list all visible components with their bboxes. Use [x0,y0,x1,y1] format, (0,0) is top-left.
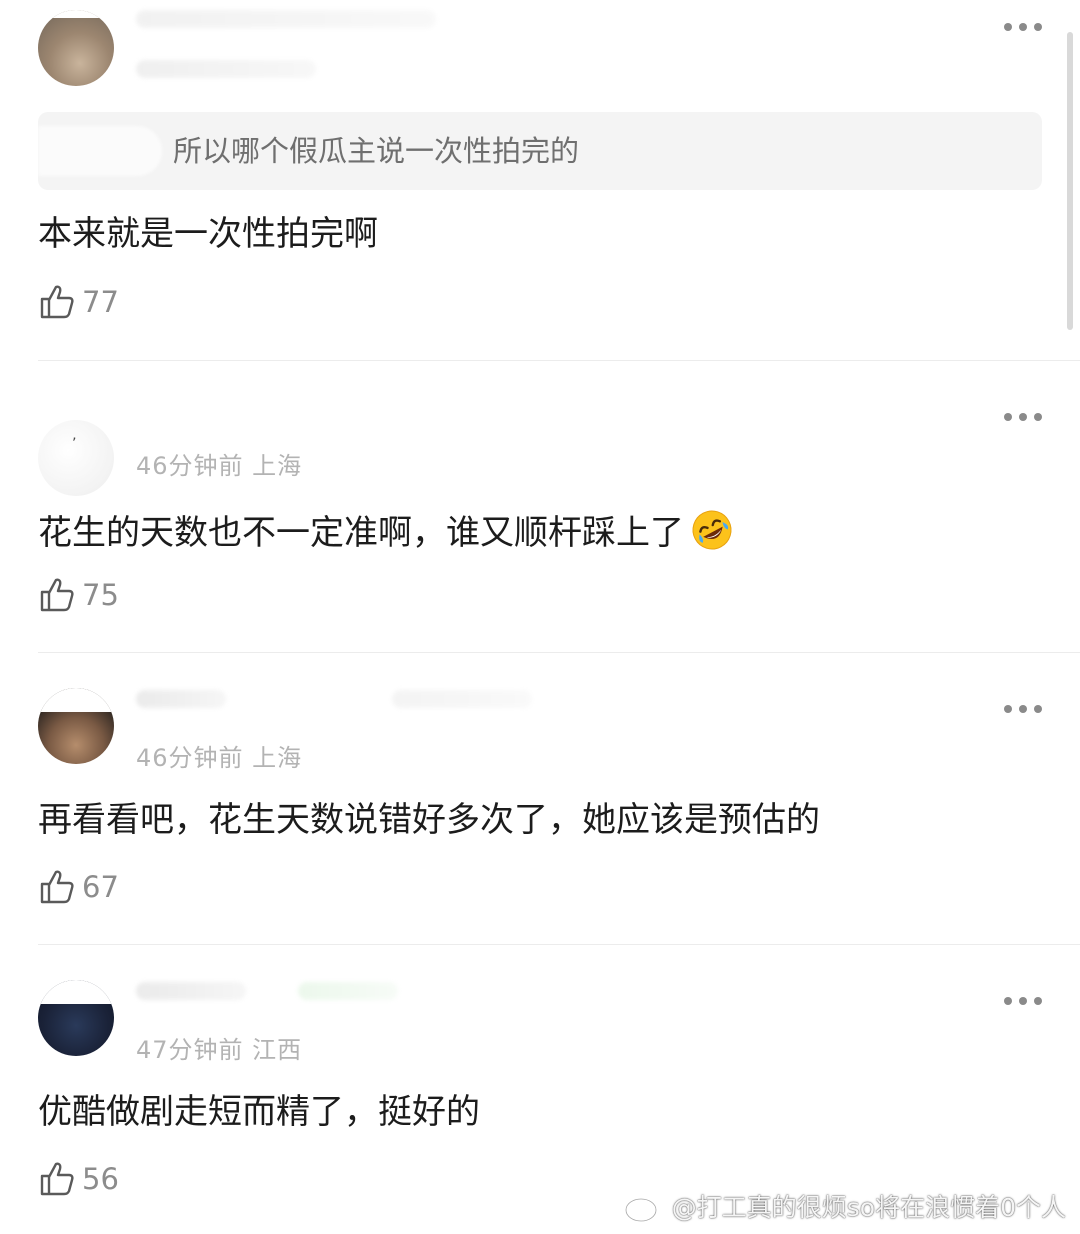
thumbs-up-icon [38,1160,76,1198]
comment-text-body: 花生的天数也不一定准啊，谁又顺杆踩上了 [38,513,684,553]
comment-text: 花生的天数也不一定准啊，谁又顺杆踩上了 [38,508,734,553]
comment-text: 再看看吧，花生天数说错好多次了，她应该是预估的 [38,800,820,840]
watermark: @打工真的很烦so将在浪惯着0个人 [624,1188,1066,1224]
more-dot-icon [1034,997,1042,1005]
more-dot-icon [1019,997,1027,1005]
more-dot-icon [1034,23,1042,31]
avatar[interactable] [38,980,114,1056]
comment-meta: 46分钟前 上海 [136,452,303,480]
username-blurred [298,982,398,1000]
divider [38,360,1080,361]
more-options-button[interactable] [1004,996,1042,1006]
username-blurred[interactable] [136,10,436,28]
avatar[interactable]: ’ [38,420,114,496]
comment-item: 所以哪个假瓜主说一次性拍完的 本来就是一次性拍完啊 77 [0,0,1080,360]
comment-meta: 47分钟前 江西 [136,1036,303,1064]
comment-text: 本来就是一次性拍完啊 [38,214,378,254]
more-dot-icon [1004,23,1012,31]
like-count: 75 [82,578,119,612]
thumbs-up-icon [38,868,76,906]
thumbs-up-icon [38,576,76,614]
divider [38,652,1080,653]
like-button[interactable]: 77 [38,282,119,322]
more-options-button[interactable] [1004,704,1042,714]
more-dot-icon [1019,413,1027,421]
quoted-username-blurred [38,126,162,176]
more-options-button[interactable] [1004,412,1042,422]
thumbs-up-icon [38,283,76,321]
rolling-on-floor-laughing-emoji [692,510,732,550]
avatar[interactable] [38,688,114,764]
comment-item: ’ 46分钟前 上海 花生的天数也不一定准啊，谁又顺杆踩上了 75 [0,362,1080,652]
watermark-text: @打工真的很烦so将在浪惯着0个人 [671,1193,1066,1222]
more-options-button[interactable] [1004,22,1042,32]
username-blurred[interactable] [136,690,226,708]
like-count: 67 [82,870,119,904]
username-blurred [392,690,532,708]
weibo-logo-icon [624,1191,664,1223]
like-count: 56 [82,1162,119,1196]
more-dot-icon [1019,705,1027,713]
username-blurred[interactable] [136,982,246,1000]
quoted-reply[interactable]: 所以哪个假瓜主说一次性拍完的 [38,112,1042,190]
more-dot-icon [1019,23,1027,31]
like-button[interactable]: 75 [38,575,119,615]
more-dot-icon [1004,413,1012,421]
comment-item: 46分钟前 上海 再看看吧，花生天数说错好多次了，她应该是预估的 67 [0,654,1080,944]
comment-text: 优酷做剧走短而精了，挺好的 [38,1092,480,1132]
more-dot-icon [1004,705,1012,713]
like-button[interactable]: 67 [38,867,119,907]
divider [38,944,1080,945]
comment-meta: 46分钟前 上海 [136,744,303,772]
quoted-reply-text: 所以哪个假瓜主说一次性拍完的 [173,134,580,168]
more-dot-icon [1034,413,1042,421]
more-dot-icon [1034,705,1042,713]
like-button[interactable]: 56 [38,1159,119,1199]
avatar[interactable] [38,10,114,86]
more-dot-icon [1004,997,1012,1005]
username-blurred [136,60,316,78]
like-count: 77 [82,285,119,319]
